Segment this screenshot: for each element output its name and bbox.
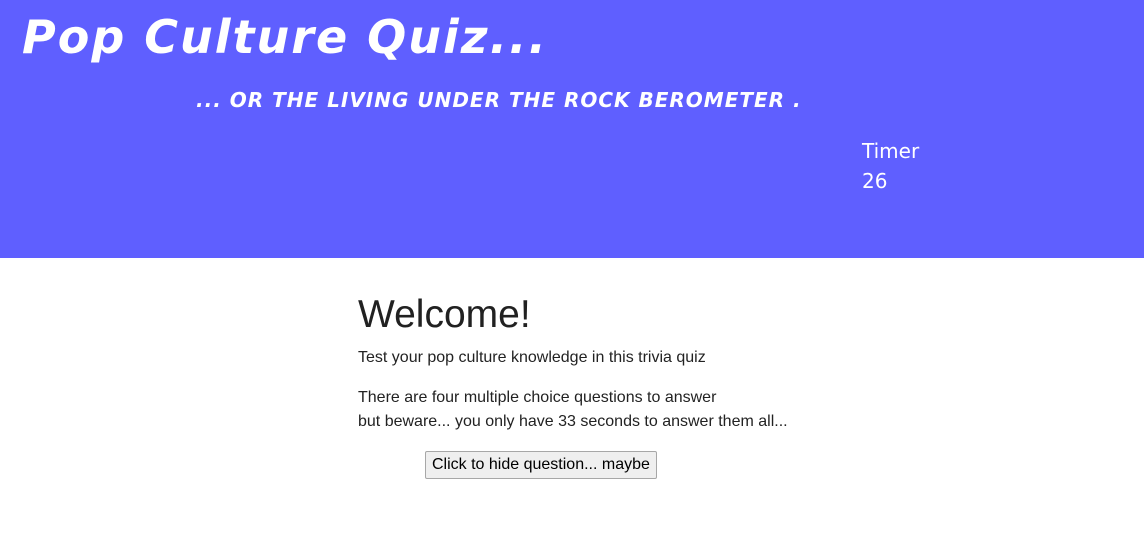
rules-text: There are four multiple choice questions… xyxy=(358,386,878,434)
timer-value: 26 xyxy=(862,169,888,193)
welcome-section: Welcome! Test your pop culture knowledge… xyxy=(358,290,878,479)
intro-text: Test your pop culture knowledge in this … xyxy=(358,349,706,366)
rules-line-1: There are four multiple choice questions… xyxy=(358,389,717,406)
page-header: Pop Culture Quiz... ... or the living un… xyxy=(0,0,1144,258)
welcome-heading: Welcome! xyxy=(358,293,531,336)
page-title: Pop Culture Quiz... xyxy=(22,10,548,64)
hide-question-button[interactable]: Click to hide question... maybe xyxy=(425,451,657,479)
timer-label: Timer xyxy=(862,139,920,163)
page-subtitle: ... or the living under the rock beromet… xyxy=(196,88,802,112)
rules-line-2: but beware... you only have 33 seconds t… xyxy=(358,413,788,430)
timer: Timer 26 xyxy=(862,136,919,196)
